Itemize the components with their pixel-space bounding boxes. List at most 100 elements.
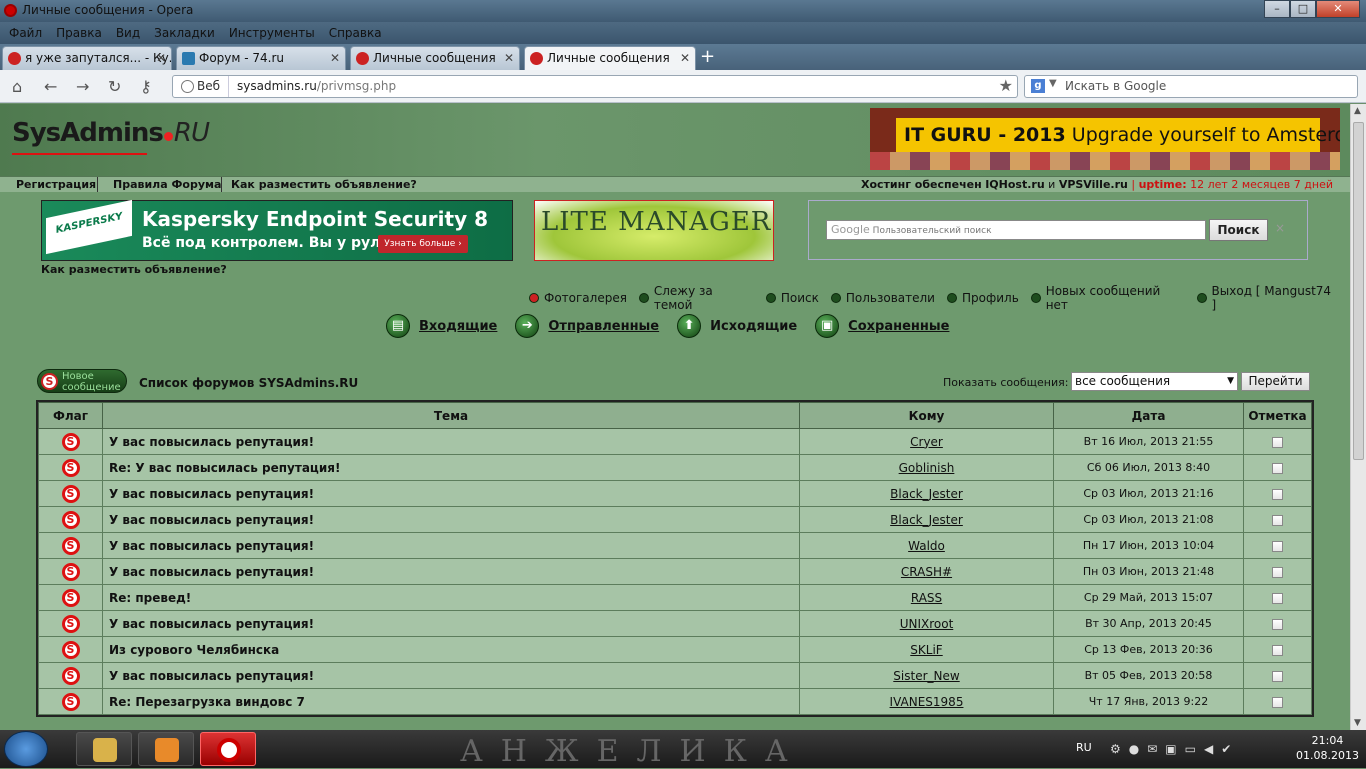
menu-help[interactable]: Справка xyxy=(322,26,389,40)
message-recipient[interactable]: Waldo xyxy=(799,532,1054,559)
link-watched-topics[interactable]: Слежу за темой xyxy=(638,284,754,312)
minimize-button[interactable]: – xyxy=(1264,0,1290,18)
table-row[interactable]: S У вас повысилась репутация! CRASH# Пн 03 … xyxy=(38,558,1312,585)
google-icon[interactable]: g xyxy=(1031,79,1045,93)
forward-arrow-icon[interactable]: → xyxy=(76,77,89,96)
table-row[interactable]: S У вас повысилась репутация! Cryer Вт 16 И… xyxy=(38,428,1312,455)
it-guru-banner[interactable]: IT GURU - 2013 Upgrade yourself to Amste… xyxy=(870,108,1340,170)
message-subject[interactable]: У вас повысилась репутация! xyxy=(102,558,800,585)
mark-checkbox[interactable] xyxy=(1272,670,1283,682)
tab-close-icon[interactable]: ✕ xyxy=(680,47,690,69)
message-recipient[interactable]: Black_Jester xyxy=(799,480,1054,507)
clock[interactable]: 21:04 01.08.2013 xyxy=(1296,733,1359,763)
message-subject[interactable]: У вас повысилась репутация! xyxy=(102,480,800,507)
address-mode[interactable]: Веб xyxy=(173,76,229,97)
message-recipient[interactable]: Sister_New xyxy=(799,662,1054,689)
mark-checkbox[interactable] xyxy=(1272,696,1283,708)
link-logout[interactable]: Выход [ Mangust74 ] xyxy=(1196,284,1338,312)
address-url[interactable]: sysadmins.ru/privmsg.php xyxy=(237,76,396,97)
tab-2[interactable]: Форум - 74.ru ✕ xyxy=(176,46,346,70)
home-icon[interactable]: ⌂ xyxy=(12,77,22,96)
message-subject[interactable]: У вас повысилась репутация! xyxy=(102,428,800,455)
google-search-button[interactable]: Поиск xyxy=(1209,219,1268,241)
tab-1[interactable]: я уже запутался... - Ку... ✕ xyxy=(2,46,172,70)
new-tab-plus-icon[interactable]: + xyxy=(700,46,715,67)
scroll-thumb[interactable] xyxy=(1353,122,1364,460)
menu-edit[interactable]: Правка xyxy=(49,26,109,40)
message-recipient[interactable]: UNIXroot xyxy=(799,610,1054,637)
close-window-button[interactable]: ✕ xyxy=(1316,0,1360,18)
link-new-messages[interactable]: Новых сообщений нет xyxy=(1030,284,1185,312)
tab-4-active[interactable]: Личные сообщения ✕ xyxy=(524,46,696,70)
table-row[interactable]: S У вас повысилась репутация! Black_Jester… xyxy=(38,506,1312,533)
menu-file[interactable]: Файл xyxy=(2,26,49,40)
table-row[interactable]: S Re: У вас повысилась репутация! Goblinis… xyxy=(38,454,1312,481)
link-vpsville[interactable]: VPSVille.ru xyxy=(1059,178,1128,191)
scroll-down-icon[interactable]: ▼ xyxy=(1354,718,1361,728)
window-titlebar[interactable]: Личные сообщения - Opera – □ ✕ xyxy=(0,0,1366,22)
tab-3[interactable]: Личные сообщения ✕ xyxy=(350,46,520,70)
how-to-advertise-link[interactable]: Как разместить объявление? xyxy=(41,263,227,276)
learn-more-button[interactable]: Узнать больше › xyxy=(378,235,468,253)
close-icon[interactable]: × xyxy=(1275,221,1285,235)
folder-saved[interactable]: ▣ Сохраненные xyxy=(815,314,949,338)
search-field[interactable]: g ▼ Искать в Google xyxy=(1024,75,1358,98)
message-recipient[interactable]: RASS xyxy=(799,584,1054,611)
menu-tools[interactable]: Инструменты xyxy=(222,26,322,40)
message-subject[interactable]: Re: Перезагрузка виндовс 7 xyxy=(102,688,800,715)
table-row[interactable]: S У вас повысилась репутация! Waldo Пн 17 И… xyxy=(38,532,1312,559)
tab-close-icon[interactable]: ✕ xyxy=(504,47,514,69)
google-search-input[interactable]: Google Пользовательский поиск xyxy=(826,220,1206,240)
mark-checkbox[interactable] xyxy=(1272,540,1283,552)
link-forum-rules[interactable]: Правила Форума xyxy=(113,178,221,191)
maximize-button[interactable]: □ xyxy=(1290,0,1316,18)
table-row[interactable]: S Re: Перезагрузка виндовс 7 IVANES1985 Чт … xyxy=(38,688,1312,715)
folder-inbox[interactable]: ▤ Входящие xyxy=(386,314,497,338)
link-users[interactable]: Пользователи xyxy=(830,284,935,312)
kaspersky-ad[interactable]: KASPERSKY Kaspersky Endpoint Security 8 … xyxy=(41,199,513,261)
mark-checkbox[interactable] xyxy=(1272,514,1283,526)
mark-checkbox[interactable] xyxy=(1272,566,1283,578)
mark-checkbox[interactable] xyxy=(1272,436,1283,448)
message-recipient[interactable]: Black_Jester xyxy=(799,506,1054,533)
message-subject[interactable]: У вас повысилась репутация! xyxy=(102,506,800,533)
taskbar-opera[interactable] xyxy=(200,732,256,766)
chevron-down-icon[interactable]: ▼ xyxy=(1049,78,1057,89)
bookmark-star-icon[interactable]: ★ xyxy=(999,76,1013,96)
lite-manager-ad[interactable]: LITE MANAGER xyxy=(534,200,774,261)
forum-list-link[interactable]: Список форумов SYSAdmins.RU xyxy=(139,376,358,390)
mark-checkbox[interactable] xyxy=(1272,618,1283,630)
message-subject[interactable]: Re: превед! xyxy=(102,584,800,611)
message-recipient[interactable]: Cryer xyxy=(799,428,1054,455)
mark-checkbox[interactable] xyxy=(1272,644,1283,656)
message-subject[interactable]: У вас повысилась репутация! xyxy=(102,610,800,637)
message-recipient[interactable]: CRASH# xyxy=(799,558,1054,585)
taskbar-explorer[interactable] xyxy=(76,732,132,766)
message-subject[interactable]: У вас повысилась репутация! xyxy=(102,532,800,559)
tray-icons[interactable]: ⚙●✉▣▭◀✔ xyxy=(1110,742,1239,756)
link-profile[interactable]: Профиль xyxy=(946,284,1019,312)
table-row[interactable]: S У вас повысилась репутация! UNIXroot Вт 3… xyxy=(38,610,1312,637)
tab-close-icon[interactable]: ✕ xyxy=(330,47,340,69)
vertical-scrollbar[interactable]: ▲ ▼ xyxy=(1350,104,1366,730)
menu-view[interactable]: Вид xyxy=(109,26,147,40)
message-recipient[interactable]: SKLiF xyxy=(799,636,1054,663)
reload-icon[interactable]: ↻ xyxy=(108,77,121,96)
go-button[interactable]: Перейти xyxy=(1241,372,1310,391)
link-photogallery[interactable]: Фотогалерея xyxy=(529,284,627,312)
mark-checkbox[interactable] xyxy=(1272,462,1283,474)
message-recipient[interactable]: IVANES1985 xyxy=(799,688,1054,715)
link-search[interactable]: Поиск xyxy=(765,284,819,312)
tab-close-icon[interactable]: ✕ xyxy=(156,47,166,69)
taskbar-media[interactable] xyxy=(138,732,194,766)
start-button[interactable] xyxy=(4,731,48,767)
link-registration[interactable]: Регистрация xyxy=(16,178,96,191)
language-indicator[interactable]: RU xyxy=(1076,741,1092,754)
table-row[interactable]: S У вас повысилась репутация! Sister_New Вт… xyxy=(38,662,1312,689)
table-row[interactable]: S Из сурового Челябинска SKLiF Ср 13 Фев, 2… xyxy=(38,636,1312,663)
scroll-up-icon[interactable]: ▲ xyxy=(1354,106,1361,116)
mark-checkbox[interactable] xyxy=(1272,592,1283,604)
mark-checkbox[interactable] xyxy=(1272,488,1283,500)
table-row[interactable]: S У вас повысилась репутация! Black_Jester… xyxy=(38,480,1312,507)
folder-sent[interactable]: ➔ Отправленные xyxy=(515,314,659,338)
